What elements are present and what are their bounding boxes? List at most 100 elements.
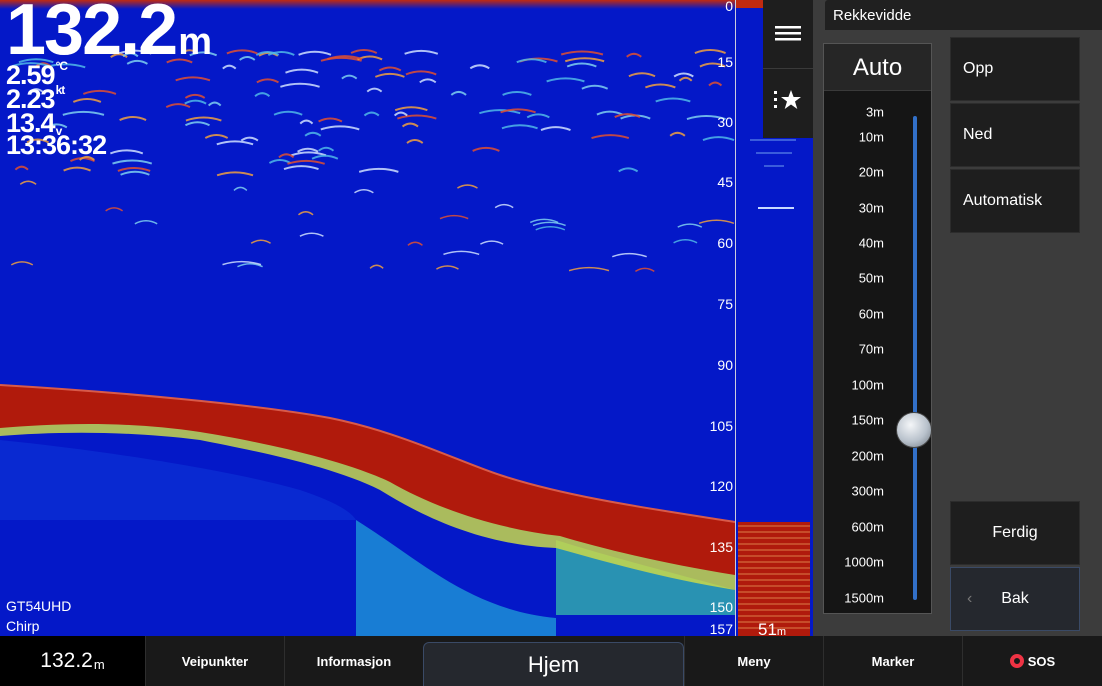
waypoint-mark-button[interactable] — [763, 68, 813, 137]
fish-arch — [678, 76, 693, 82]
fish-arch — [72, 97, 102, 103]
depth-scale-label: 0 — [725, 0, 733, 14]
fish-arch — [655, 97, 691, 103]
fish-arch — [566, 62, 597, 68]
range-slider-track[interactable] — [913, 116, 917, 600]
fish-arch — [185, 121, 210, 127]
fish-arch — [254, 92, 271, 98]
fish-arch — [216, 171, 254, 177]
fish-arch — [393, 111, 408, 117]
fish-arch — [82, 89, 117, 95]
fish-arch — [479, 109, 521, 115]
fish-arch — [19, 180, 37, 185]
depth-scale-label: 90 — [717, 357, 733, 373]
fish-arch — [591, 134, 630, 140]
fish-arch — [532, 221, 566, 227]
fish-arch — [677, 223, 703, 228]
fish-arch — [401, 122, 419, 128]
automatic-button[interactable]: Automatisk — [950, 169, 1080, 233]
fish-arch — [318, 146, 335, 152]
depth-scale-label: 150 — [709, 599, 733, 615]
depth-unit: m — [178, 21, 212, 63]
fish-arch — [256, 78, 279, 84]
fish-arch — [404, 49, 439, 55]
fish-arch — [472, 146, 500, 152]
back-button[interactable]: ‹ Bak — [950, 567, 1080, 631]
range-slider[interactable]: Auto 3m 10m 20m 30m 40m 50m 60m 70m 100m… — [823, 43, 932, 614]
range-tick: 3m — [865, 104, 884, 120]
bottom-depth-unit: m — [93, 656, 105, 672]
bottom-depth-value: 132.2 — [40, 649, 93, 672]
menu-tab-button[interactable]: Meny — [684, 636, 823, 686]
fish-arch — [443, 250, 480, 256]
fish-arch — [280, 82, 320, 88]
markers-button[interactable]: Marker — [823, 636, 962, 686]
fish-arch — [226, 49, 258, 55]
fish-arch — [311, 154, 339, 160]
fish-arch — [494, 203, 514, 209]
sos-button[interactable]: SOS — [962, 636, 1102, 686]
fish-arch — [278, 153, 295, 159]
range-tick: 1500m — [844, 590, 884, 606]
transducer-model: GT54UHD — [6, 598, 72, 614]
chevron-left-icon: ‹ — [967, 590, 973, 607]
fish-arch — [526, 113, 550, 119]
sos-ring-icon — [1009, 654, 1024, 668]
fish-arch — [560, 50, 604, 56]
fish-arches — [10, 49, 735, 273]
fish-arch — [318, 117, 343, 123]
information-button[interactable]: Informasjon — [284, 636, 423, 686]
fish-arch — [480, 240, 504, 245]
fish-arch — [581, 84, 609, 90]
range-tick: 30m — [858, 200, 884, 216]
done-button[interactable]: Ferdig — [950, 501, 1080, 565]
range-tick: 150m — [851, 412, 884, 428]
waypoints-button[interactable]: Veipunkter — [145, 636, 284, 686]
fish-arch — [702, 136, 735, 142]
fish-arch — [501, 124, 538, 130]
fish-arch — [635, 267, 655, 273]
fish-arch — [694, 49, 726, 54]
sos-label: SOS — [1027, 653, 1056, 669]
fish-arch — [540, 126, 571, 132]
transducer-mode: Chirp — [6, 618, 40, 634]
fish-arch — [304, 131, 322, 137]
range-tick: 1000m — [844, 554, 884, 570]
depth-scale-label: 60 — [717, 235, 733, 251]
depth-scale-label: 120 — [709, 478, 733, 494]
fish-arch — [363, 111, 380, 117]
depth-scale-label: 157 — [709, 621, 733, 637]
range-tick: 50m — [858, 270, 884, 286]
fish-arch — [378, 66, 402, 72]
panel-title: Rekkevidde — [825, 0, 1102, 30]
fish-arch — [105, 207, 124, 212]
range-tick: 10m — [858, 129, 884, 145]
bottom-depth-readout: 132.2 m — [0, 636, 145, 686]
fish-arch — [285, 68, 319, 74]
range-slider-thumb[interactable] — [896, 412, 932, 448]
fish-arch — [299, 232, 324, 237]
menu-button[interactable] — [763, 0, 813, 68]
range-mode[interactable]: Auto — [824, 44, 931, 91]
down-button[interactable]: Ned — [950, 103, 1080, 167]
fish-arch — [207, 101, 222, 107]
menu-icon — [775, 21, 801, 47]
fish-arch — [457, 184, 478, 189]
up-button[interactable]: Opp — [950, 37, 1080, 101]
sonar-echogram — [0, 0, 735, 636]
home-button[interactable]: Hjem — [423, 642, 684, 686]
fish-arch — [405, 70, 437, 76]
fish-arch — [297, 211, 314, 216]
fish-arch — [119, 116, 147, 121]
fish-arch — [568, 266, 610, 272]
temperature-unit: °C — [55, 59, 68, 73]
time-readout: 13:36:32 — [6, 130, 107, 160]
fish-arch — [626, 52, 642, 58]
fish-arch — [546, 77, 585, 83]
fish-arch — [406, 139, 424, 144]
fish-arch — [354, 189, 374, 194]
depth-scale-label: 15 — [717, 54, 733, 70]
sonar-view[interactable]: 132.2m 2.59°C 2.23kt 13.4v 13:36:32 GT54… — [0, 0, 735, 636]
fish-arch — [673, 72, 694, 78]
range-tick: 300m — [851, 483, 884, 499]
